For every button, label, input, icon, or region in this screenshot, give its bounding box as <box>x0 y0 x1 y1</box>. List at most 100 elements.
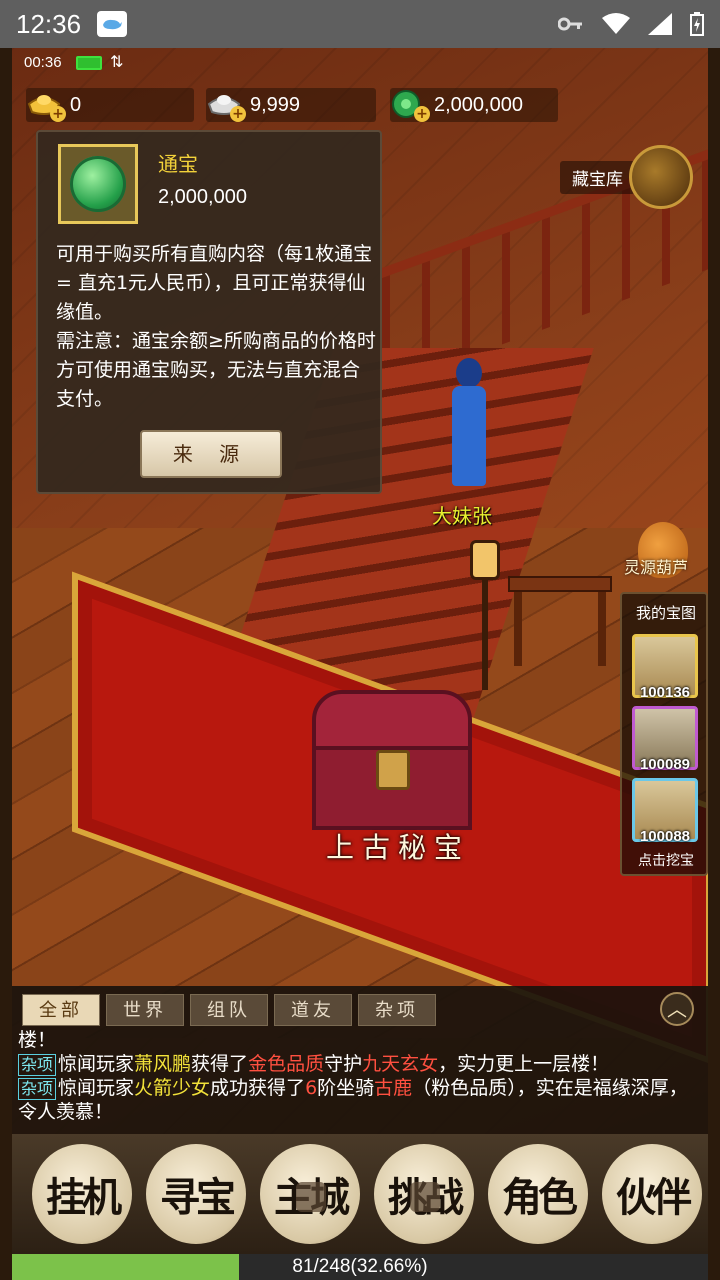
gold-amount: 0 <box>70 93 82 116</box>
chat-player-name[interactable]: 火箭少女 <box>134 1077 210 1099</box>
tab-friends[interactable]: 道友 <box>274 994 352 1026</box>
tab-all[interactable]: 全部 <box>22 994 100 1026</box>
nav-partner-button[interactable]: 伙伴 <box>602 1144 702 1244</box>
currency-tooltip: 通宝 2,000,000 可用于购买所有直购内容（每1枚通宝 = 直充1元人民币… <box>36 130 382 494</box>
chat-message: 杂项 惊闻玩家萧风鹏获得了金色品质守护九天玄女，实力更上一层楼！ <box>18 1052 698 1076</box>
chat-text: 惊闻玩家 <box>58 1077 135 1099</box>
chat-tabs: 全部 世界 组队 道友 杂项 <box>22 994 436 1026</box>
chest-label: 上古秘宝 <box>326 831 471 864</box>
jade-dragon-coin-icon: + <box>390 88 430 122</box>
chat-text: ，实力更上一层楼！ <box>438 1053 610 1075</box>
bottom-nav: 挂机 寻宝 主城 挑战 角色 伙伴 <box>12 1134 708 1254</box>
network-arrows-icon: ⇅ <box>110 52 124 71</box>
chat-player-name[interactable]: 萧风鹏 <box>134 1053 191 1075</box>
jade-dragon-coin-icon <box>70 156 126 212</box>
lock-icon <box>296 1182 326 1212</box>
dig-treasure-label[interactable]: 点击挖宝 <box>622 850 710 870</box>
gold-ingot-icon: + <box>26 88 66 122</box>
treasure-vault-button[interactable]: 藏宝库 <box>560 145 693 209</box>
nav-idle-button[interactable]: 挂机 <box>32 1144 132 1244</box>
jade-coin-currency[interactable]: + 2,000,000 <box>390 88 558 122</box>
treasure-map-id: 100089 <box>639 756 691 773</box>
nav-label: 寻宝 <box>160 1174 236 1221</box>
side-table <box>508 576 612 666</box>
tooltip-item-amount: 2,000,000 <box>158 186 247 208</box>
treasure-map-id: 100088 <box>639 828 691 845</box>
chat-messages: 楼！ 杂项 惊闻玩家萧风鹏获得了金色品质守护九天玄女，实力更上一层楼！ 杂项 惊闻玩… <box>18 1028 698 1124</box>
gourd-label: 灵源葫芦 <box>624 558 689 577</box>
nav-main-city-button[interactable]: 主城 <box>260 1144 360 1244</box>
chest-lid <box>312 690 472 750</box>
tab-team[interactable]: 组队 <box>190 994 268 1026</box>
table-leg <box>598 592 606 666</box>
add-jade-coin-icon[interactable]: + <box>414 106 430 122</box>
treasure-map-card[interactable]: 100088 <box>632 778 698 845</box>
chat-text: 获得了 <box>191 1053 249 1075</box>
chat-channel-tag: 杂项 <box>18 1078 57 1100</box>
ancient-treasure-chest[interactable] <box>312 690 472 830</box>
nav-label: 挂机 <box>46 1174 122 1221</box>
add-gold-icon[interactable]: + <box>50 106 66 122</box>
chat-fragment: 楼！ <box>18 1029 57 1051</box>
tooltip-description-2: 需注意：通宝余额≥所购商品的价格时方可使用通宝购买，无法与直充混合支付。 <box>56 330 376 410</box>
table-leg <box>514 592 522 666</box>
npc-body <box>452 386 486 486</box>
add-silver-icon[interactable]: + <box>230 106 246 122</box>
chat-text: 成功获得了 <box>210 1077 306 1099</box>
source-button[interactable]: 来 源 <box>140 430 282 478</box>
treasure-map-title: 我的宝图 <box>635 604 696 622</box>
chat-highlight: 金色品质 <box>248 1053 325 1075</box>
game-battery-icon <box>76 56 102 70</box>
nav-treasure-hunt-button[interactable]: 寻宝 <box>146 1144 246 1244</box>
treasure-map-card[interactable]: 100136 <box>632 634 698 701</box>
treasure-chest-icon <box>629 145 693 209</box>
vault-label: 藏宝库 <box>560 160 635 194</box>
tab-misc[interactable]: 杂项 <box>358 994 436 1026</box>
left-border <box>0 48 12 1280</box>
system-time: 12:36 <box>16 8 82 39</box>
silver-amount: 9,999 <box>250 93 301 116</box>
experience-bar: 81/248(32.66%) <box>12 1254 708 1280</box>
chat-item-name: 古鹿 <box>374 1077 413 1099</box>
game-clock: 00:36 <box>24 54 62 71</box>
chat-text: 惊闻玩家 <box>58 1053 135 1075</box>
whale-notification-icon <box>97 11 128 37</box>
nav-challenge-button[interactable]: 挑战 <box>374 1144 474 1244</box>
key-icon <box>558 17 582 31</box>
game-screen: 12:36 大妹张 上古秘宝 00:36 ⇅ + 0 + 9,999 + 2,0… <box>0 0 720 1280</box>
cell-signal-icon <box>648 13 672 35</box>
tab-world[interactable]: 世界 <box>106 994 184 1026</box>
silver-ingot-icon: + <box>206 88 246 122</box>
nav-label: 角色 <box>502 1174 578 1221</box>
chat-text: 守护 <box>324 1053 363 1075</box>
right-border <box>708 48 720 1280</box>
battery-charging-icon <box>690 12 704 36</box>
wifi-icon <box>602 13 630 34</box>
chevron-up-icon[interactable]: ︿ <box>660 992 694 1026</box>
jade-coin-amount: 2,000,000 <box>434 93 523 116</box>
chest-lock-icon <box>376 750 410 790</box>
npc-name-label: 大妹张 <box>432 504 492 528</box>
system-status-bar: 12:36 <box>0 0 720 48</box>
lock-icon <box>410 1182 440 1212</box>
npc-character[interactable] <box>446 358 490 498</box>
nav-label: 伙伴 <box>616 1174 692 1221</box>
lantern-pole <box>482 580 488 690</box>
tooltip-description: 可用于购买所有直购内容（每1枚通宝 = 直充1元人民币），且可正常获得仙缘值。 … <box>56 240 376 414</box>
experience-text: 81/248(32.66%) <box>292 1256 428 1277</box>
chat-item-name: 九天玄女 <box>362 1053 439 1075</box>
lantern <box>470 540 500 580</box>
chat-text: 阶坐骑 <box>317 1077 375 1099</box>
table-top <box>508 576 612 592</box>
tooltip-item-name: 通宝 <box>158 152 198 176</box>
tooltip-description-1: 可用于购买所有直购内容（每1枚通宝 = 直充1元人民币），且可正常获得仙缘值。 <box>56 243 373 323</box>
chat-panel: 全部 世界 组队 道友 杂项 ︿ 楼！ 杂项 惊闻玩家萧风鹏获得了金色品质守护九天… <box>12 986 708 1134</box>
gold-currency[interactable]: + 0 <box>26 88 194 122</box>
npc-head <box>456 358 482 388</box>
chat-channel-tag: 杂项 <box>18 1054 57 1076</box>
treasure-map-panel: 我的宝图 100136 100089 100088 点击挖宝 <box>620 592 708 876</box>
treasure-map-id: 100136 <box>639 684 691 701</box>
nav-character-button[interactable]: 角色 <box>488 1144 588 1244</box>
treasure-map-card[interactable]: 100089 <box>632 706 698 773</box>
silver-currency[interactable]: + 9,999 <box>206 88 376 122</box>
